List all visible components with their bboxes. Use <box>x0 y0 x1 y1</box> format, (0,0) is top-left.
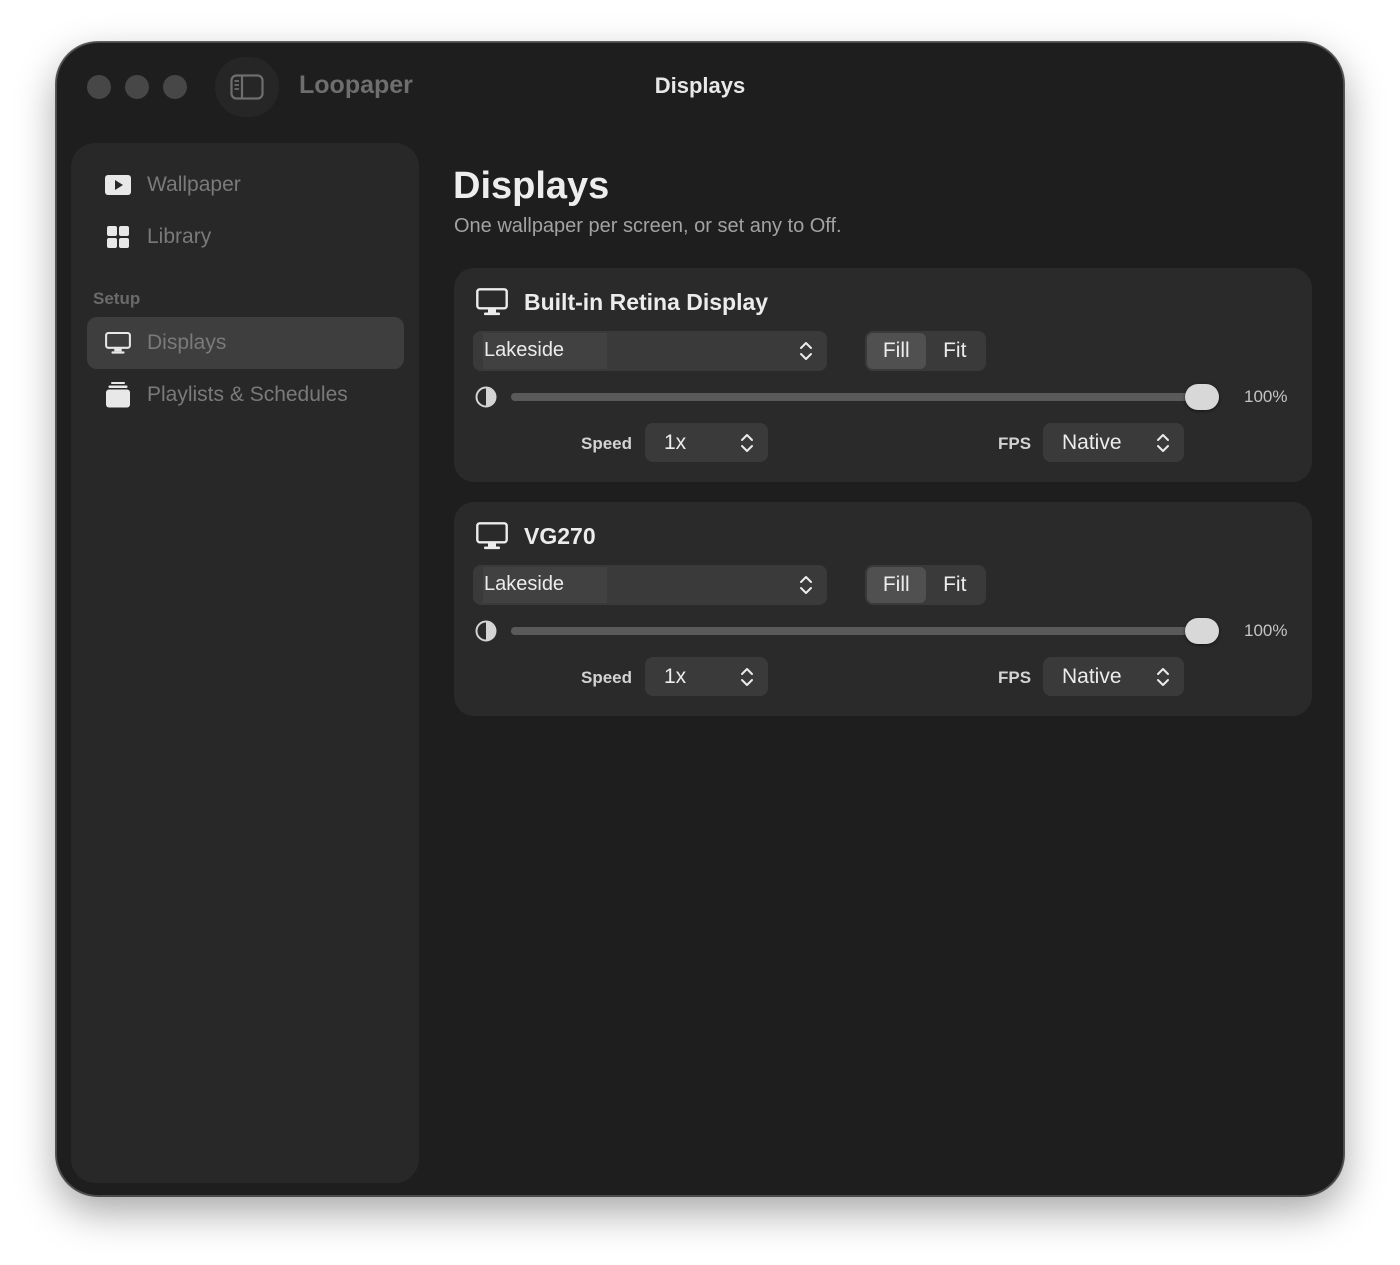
fit-mode-button[interactable]: Fit <box>926 567 985 603</box>
chevron-up-down-icon <box>1157 668 1169 686</box>
sidebar-item-displays[interactable]: Displays <box>87 317 404 369</box>
sidebar-item-wallpaper[interactable]: Wallpaper <box>87 159 404 211</box>
display-card-header: VG270 <box>476 522 596 550</box>
opacity-slider-fill <box>511 393 1215 401</box>
opacity-slider[interactable] <box>511 393 1215 401</box>
speed-picker[interactable]: 1x <box>645 423 768 462</box>
opacity-icon <box>475 386 497 408</box>
grid-icon <box>105 224 131 250</box>
wallpaper-picker[interactable]: Lakeside <box>473 331 827 371</box>
display-card: Built-in Retina Display Lakeside Fill Fi… <box>454 268 1312 482</box>
speed-label: Speed <box>581 668 633 687</box>
fill-mode-button[interactable]: Fill <box>867 333 926 369</box>
scale-mode-segmented-control: Fill Fit <box>865 331 986 371</box>
fps-label: FPS <box>998 434 1032 453</box>
sidebar-item-library[interactable]: Library <box>87 211 404 263</box>
display-name: VG270 <box>524 522 596 549</box>
sidebar-item-label: Wallpaper <box>147 173 241 196</box>
speed-picker-value: 1x <box>664 665 687 688</box>
page-title: Displays <box>453 165 610 207</box>
sidebar-section-setup: Setup <box>93 289 141 308</box>
opacity-slider-knob[interactable] <box>1185 618 1219 644</box>
page-subtitle: One wallpaper per screen, or set any to … <box>454 215 842 237</box>
app-window: Loopaper Displays Wallpaper Library Setu… <box>56 42 1344 1196</box>
chevron-up-down-icon <box>741 434 753 452</box>
opacity-slider[interactable] <box>511 627 1215 635</box>
fps-picker[interactable]: Native <box>1043 657 1184 696</box>
monitor-icon <box>476 522 508 550</box>
display-card-header: Built-in Retina Display <box>476 288 768 316</box>
window-title: Displays <box>654 73 746 98</box>
sidebar-item-label: Displays <box>147 331 227 354</box>
opacity-value: 100% <box>1244 621 1288 640</box>
opacity-value: 100% <box>1244 387 1288 406</box>
fps-picker-value: Native <box>1062 665 1122 688</box>
chevron-up-down-icon <box>800 342 812 360</box>
chevron-up-down-icon <box>1157 434 1169 452</box>
fps-label: FPS <box>998 668 1032 687</box>
opacity-slider-fill <box>511 627 1215 635</box>
sidebar-item-label: Playlists & Schedules <box>147 383 348 406</box>
play-rectangle-icon <box>105 172 131 198</box>
wallpaper-picker[interactable]: Lakeside <box>473 565 827 605</box>
scale-mode-segmented-control: Fill Fit <box>865 565 986 605</box>
chevron-up-down-icon <box>741 668 753 686</box>
stack-icon <box>105 382 131 408</box>
sidebar-item-label: Library <box>147 225 212 248</box>
sidebar: Wallpaper Library Setup Displays Playlis… <box>71 143 419 1183</box>
opacity-slider-knob[interactable] <box>1185 384 1219 410</box>
speed-picker[interactable]: 1x <box>645 657 768 696</box>
wallpaper-picker-value: Lakeside <box>484 339 565 361</box>
monitor-icon <box>476 288 508 316</box>
monitor-icon <box>105 330 131 356</box>
opacity-icon <box>475 620 497 642</box>
sidebar-item-playlists-schedules[interactable]: Playlists & Schedules <box>87 369 404 421</box>
fit-mode-button[interactable]: Fit <box>926 333 985 369</box>
speed-label: Speed <box>581 434 633 453</box>
speed-picker-value: 1x <box>664 431 687 454</box>
fps-picker[interactable]: Native <box>1043 423 1184 462</box>
chevron-up-down-icon <box>800 576 812 594</box>
display-name: Built-in Retina Display <box>524 288 769 315</box>
wallpaper-picker-value: Lakeside <box>484 573 565 595</box>
fill-mode-button[interactable]: Fill <box>867 567 926 603</box>
display-card: VG270 Lakeside Fill Fit 100% Speed 1x FP… <box>454 502 1312 716</box>
fps-picker-value: Native <box>1062 431 1122 454</box>
